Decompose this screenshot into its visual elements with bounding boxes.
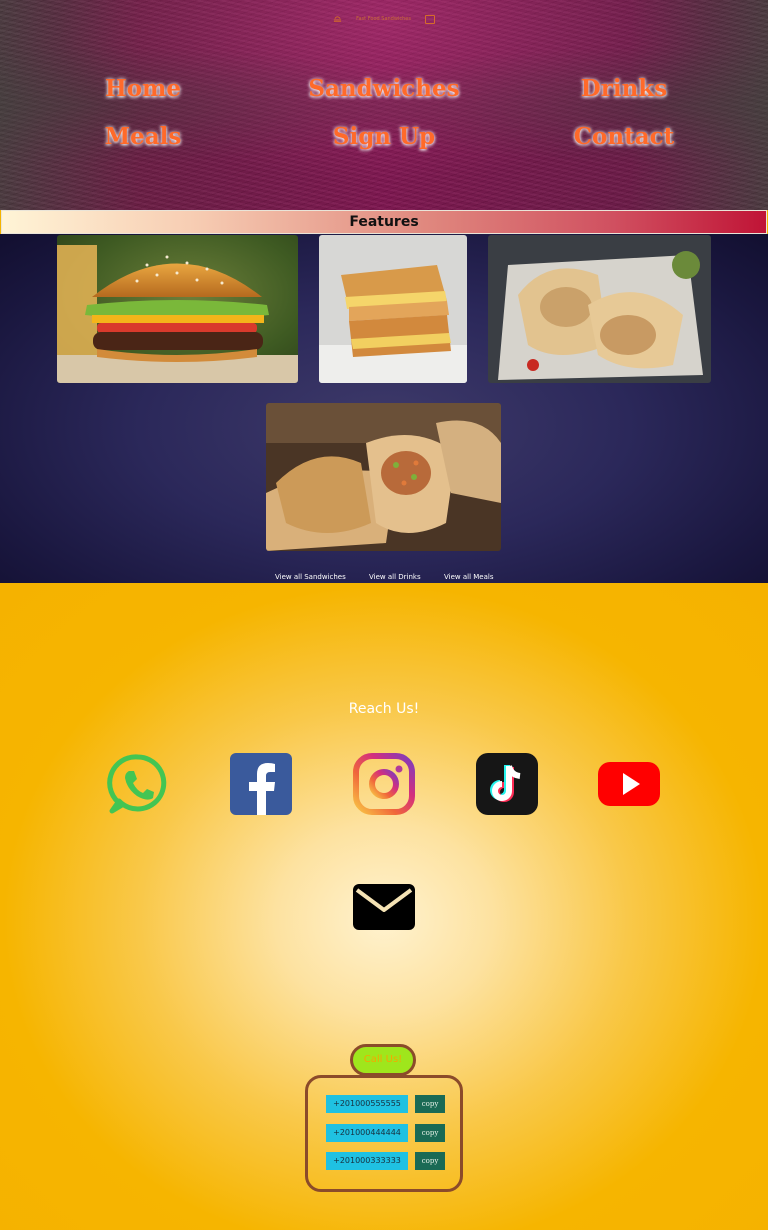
burger-image[interactable] [57,235,298,383]
contact-section: Reach Us! Call Us! +201000555555 copy +2… [0,583,768,1230]
burger-logo-icon[interactable] [333,15,342,24]
nav-home[interactable]: Home [105,75,181,102]
mail-icon[interactable] [353,876,415,938]
call-us-button[interactable]: Call Us! [350,1044,416,1076]
nav-drinks[interactable]: Drinks [581,75,667,102]
copy-button[interactable]: copy [415,1152,445,1170]
nav-sign-up[interactable]: Sign Up [333,123,435,150]
copy-button[interactable]: copy [415,1095,445,1113]
view-all-sandwiches-link[interactable]: View all Sandwiches [275,573,346,581]
nav-sandwiches[interactable]: Sandwiches [308,75,459,102]
chicken-wrap-image[interactable] [488,235,711,383]
site-header: Fast Food Sandwiches Home Sandwiches Dri… [0,0,768,210]
top-bar: Fast Food Sandwiches [0,12,768,26]
tiktok-icon[interactable] [476,753,538,815]
view-all-links: View all Sandwiches View all Drinks View… [0,573,768,583]
burrito-image[interactable] [266,403,501,551]
phone-number[interactable]: +201000444444 [326,1124,408,1142]
phone-number[interactable]: +201000333333 [326,1152,408,1170]
phone-number[interactable]: +201000555555 [326,1095,408,1113]
youtube-icon[interactable] [598,753,660,815]
whatsapp-icon[interactable] [107,753,169,815]
copy-button[interactable]: copy [415,1124,445,1142]
view-all-meals-link[interactable]: View all Meals [444,573,493,581]
brand-name[interactable]: Fast Food Sandwiches [356,16,411,22]
features-heading: Features [1,210,767,234]
features-gallery: View all Sandwiches View all Drinks View… [0,234,768,583]
cart-icon[interactable] [424,14,435,24]
view-all-drinks-link[interactable]: View all Drinks [369,573,421,581]
grilled-cheese-image[interactable] [319,235,467,383]
instagram-icon[interactable] [353,753,415,815]
phone-list: +201000555555 copy +201000444444 copy +2… [305,1075,463,1192]
facebook-icon[interactable] [230,753,292,815]
nav-contact[interactable]: Contact [574,123,675,150]
nav-meals[interactable]: Meals [105,123,182,150]
reach-us-heading: Reach Us! [348,701,420,717]
